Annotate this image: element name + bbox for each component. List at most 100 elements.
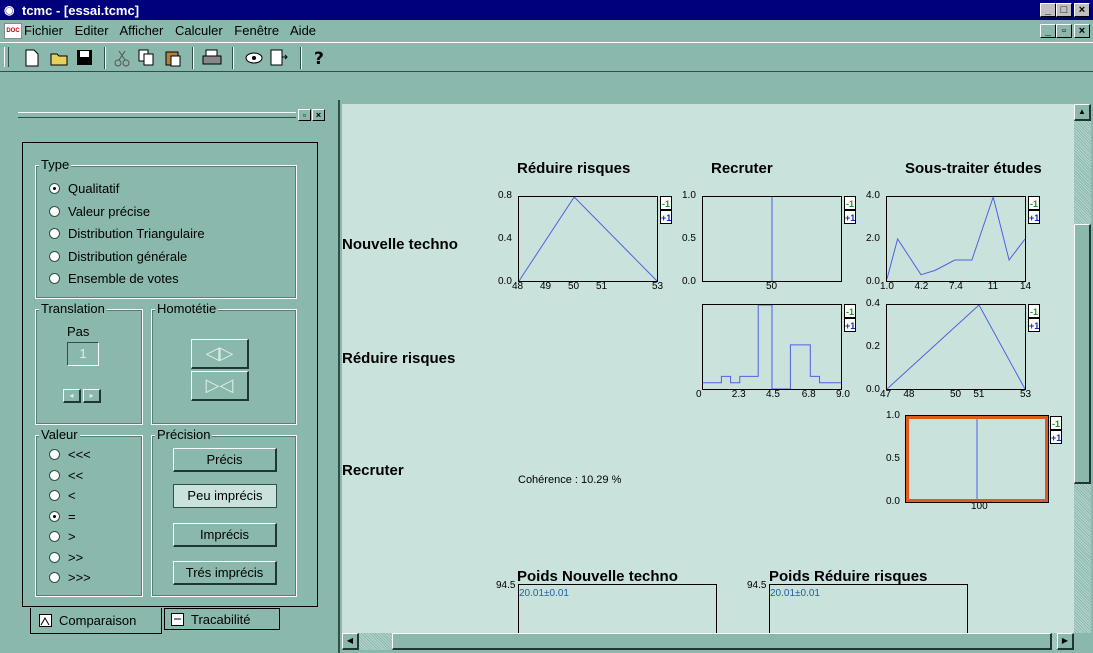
valeur-radio[interactable]: < (49, 488, 76, 503)
scroll-left-button[interactable]: ◀ (342, 633, 359, 650)
type-radio[interactable]: Distribution générale (49, 249, 187, 264)
panel-float-button[interactable]: ▫ (298, 109, 311, 121)
y-tick-label: 4.0 (866, 190, 880, 201)
x-tick-label: 14 (1020, 281, 1032, 292)
valeur-radio[interactable]: >> (49, 550, 83, 565)
plus-one-button[interactable]: +1 (1028, 210, 1040, 224)
copy-icon[interactable] (138, 49, 156, 67)
tres-imprecis-button[interactable]: Trés imprécis (173, 561, 277, 585)
menu-calculer[interactable]: Calculer (175, 23, 223, 38)
plus-one-button[interactable]: +1 (1028, 318, 1040, 332)
radio-dot (49, 551, 60, 563)
open-icon[interactable] (50, 49, 70, 67)
tab-tracabilite[interactable]: Tracabilité (164, 608, 280, 630)
mdi-restore-button[interactable]: ▫ (1056, 24, 1072, 38)
valeur-radio[interactable]: <<< (49, 447, 91, 462)
type-option-label: Ensemble de votes (68, 271, 179, 286)
y-tick-label: 0.5 (886, 453, 900, 464)
vertical-scrollbar[interactable]: ▲ (1074, 104, 1091, 633)
scroll-up-button[interactable]: ▲ (1074, 104, 1091, 121)
plus-one-button[interactable]: +1 (1050, 430, 1062, 444)
weight-title-nouvelle-techno: Poids Nouvelle techno (517, 568, 678, 585)
valeur-radio[interactable]: >>> (49, 570, 91, 585)
horizontal-scrollbar[interactable]: ◀ ▶ (342, 633, 1074, 650)
chart-svg (887, 197, 1025, 280)
menu-fichier[interactable]: Fichier (24, 23, 63, 38)
translation-label: Translation (39, 301, 107, 316)
splitter[interactable] (338, 100, 340, 653)
mdi-minimize-button[interactable]: _ (1040, 24, 1056, 38)
imprecis-button[interactable]: Imprécis (173, 523, 277, 547)
radio-dot (49, 228, 60, 239)
minimize-button[interactable]: _ (1040, 3, 1056, 17)
properties-frame: Type Translation Pas 1 ◂ ▸ Homotétie ◁▷ … (22, 142, 318, 607)
plus-one-button[interactable]: +1 (660, 210, 672, 224)
chart-reduire-vs-recruter[interactable] (702, 304, 842, 390)
doc-icon[interactable]: DOC (4, 23, 22, 39)
close-button[interactable]: × (1074, 3, 1090, 17)
cut-icon[interactable] (114, 49, 130, 67)
minus-one-button[interactable]: -1 (1050, 416, 1062, 430)
menu-fenetre[interactable]: Fenêtre (234, 23, 279, 38)
scroll-right-button[interactable]: ▶ (1057, 633, 1074, 650)
homotetie-shrink-button[interactable]: ▷◁ (191, 371, 249, 401)
paste-icon[interactable] (164, 49, 182, 67)
weight-value: 20.01±0.01 (770, 588, 820, 599)
pas-input[interactable]: 1 (67, 342, 99, 366)
export-icon[interactable] (270, 49, 288, 67)
valeur-option-label: > (68, 529, 76, 544)
type-radio[interactable]: Qualitatif (49, 181, 119, 196)
y-tick-label: 0.0 (886, 496, 900, 507)
maximize-button[interactable]: □ (1056, 3, 1072, 17)
minus-one-button[interactable]: -1 (1028, 196, 1040, 210)
x-tick-label: 7.4 (948, 281, 963, 292)
x-tick-label: 50 (766, 281, 778, 292)
panel-close-button[interactable]: × (312, 109, 325, 121)
minus-one-button[interactable]: -1 (844, 196, 856, 210)
menu-bar: DOC Fichier Editer Afficher Calculer Fen… (0, 20, 1093, 42)
save-icon[interactable] (76, 49, 94, 67)
valeur-radio[interactable]: << (49, 468, 83, 483)
translation-left-button[interactable]: ◂ (63, 389, 81, 403)
x-tick-label: 53 (1020, 389, 1032, 400)
peu-imprecis-button[interactable]: Peu imprécis (173, 484, 277, 508)
plus-one-button[interactable]: +1 (844, 318, 856, 332)
vertical-scroll-thumb[interactable] (1074, 224, 1091, 484)
menu-afficher[interactable]: Afficher (120, 23, 164, 38)
minus-one-button[interactable]: -1 (660, 196, 672, 210)
chart-reduire-vs-soustraiter[interactable] (886, 304, 1026, 390)
chart-nouvelle-vs-recruter[interactable] (702, 196, 842, 282)
view-icon[interactable] (244, 49, 264, 67)
col-title-recruter: Recruter (711, 160, 773, 177)
chart-nouvelle-vs-reduire[interactable] (518, 196, 658, 282)
minus-one-button[interactable]: -1 (844, 304, 856, 318)
minus-one-button[interactable]: -1 (1028, 304, 1040, 318)
precis-button[interactable]: Précis (173, 448, 277, 472)
horizontal-scroll-thumb[interactable] (392, 633, 1052, 650)
mdi-close-button[interactable]: × (1074, 24, 1090, 38)
valeur-option-label: = (68, 508, 76, 524)
type-radio[interactable]: Valeur précise (49, 204, 150, 219)
type-option-label: Distribution Triangulaire (68, 226, 205, 241)
x-tick-label: 4.2 (914, 281, 929, 292)
chart-nouvelle-vs-soustraiter[interactable] (886, 196, 1026, 282)
y-tick-label: 0.5 (682, 233, 696, 244)
help-icon[interactable]: ? (312, 48, 326, 68)
menu-aide[interactable]: Aide (290, 23, 316, 38)
chart-recruter-vs-soustraiter[interactable] (905, 415, 1049, 503)
weight-value: 20.01±0.01 (519, 588, 569, 599)
homotetie-label: Homotétie (155, 301, 219, 316)
homotetie-expand-button[interactable]: ◁▷ (191, 339, 249, 369)
title-bar: ◉ tcmc - [essai.tcmc] _ □ × (0, 0, 1093, 20)
print-icon[interactable] (202, 49, 222, 67)
x-tick-label: 6.8 (801, 389, 816, 400)
valeur-radio[interactable]: > (49, 529, 76, 544)
plus-one-button[interactable]: +1 (844, 210, 856, 224)
new-icon[interactable] (24, 49, 40, 67)
type-radio[interactable]: Ensemble de votes (49, 271, 179, 286)
tab-comparaison[interactable]: Comparaison (30, 608, 162, 634)
type-radio[interactable]: Distribution Triangulaire (49, 226, 205, 241)
translation-right-button[interactable]: ▸ (83, 389, 101, 403)
valeur-radio[interactable]: = (49, 509, 76, 524)
menu-editer[interactable]: Editer (75, 23, 109, 38)
